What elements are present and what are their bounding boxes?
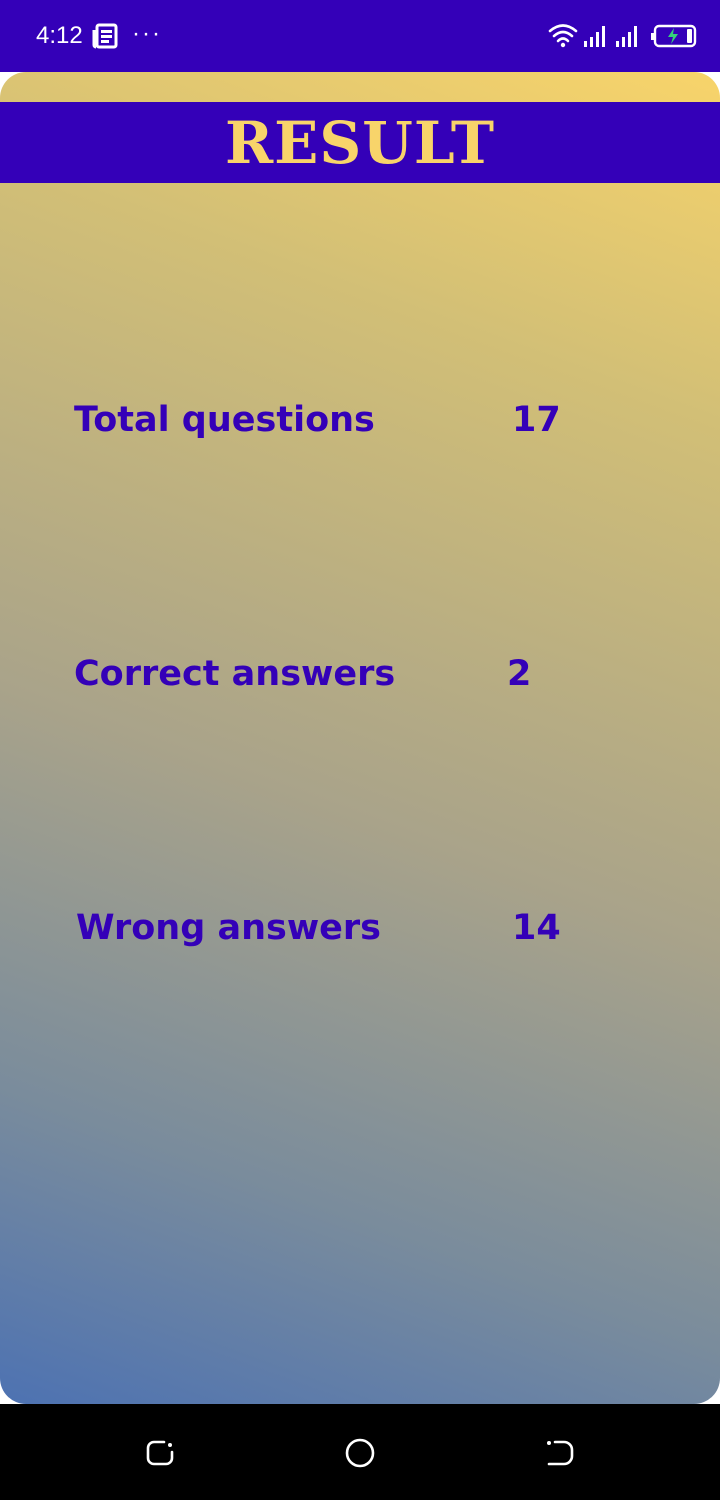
title-banner: RESULT bbox=[0, 102, 720, 183]
recents-icon[interactable] bbox=[144, 1437, 176, 1469]
navigation-bar bbox=[0, 1404, 720, 1500]
correct-answers-value: 2 bbox=[507, 654, 532, 694]
status-time: 4:12 bbox=[36, 22, 83, 49]
total-questions-value: 17 bbox=[512, 400, 561, 440]
home-icon[interactable] bbox=[344, 1437, 376, 1469]
battery-charging-icon bbox=[651, 24, 697, 48]
news-icon bbox=[92, 23, 118, 49]
signal-icon bbox=[616, 26, 637, 47]
status-bar: 4:12 ··· bbox=[0, 0, 720, 72]
back-icon[interactable] bbox=[544, 1437, 576, 1469]
wrong-answers-value: 14 bbox=[512, 908, 561, 948]
correct-answers-label: Correct answers bbox=[74, 654, 396, 694]
signal-icon bbox=[584, 26, 605, 47]
result-card: RESULT Total questions 17 Correct answer… bbox=[0, 72, 720, 1404]
more-dots-icon: ··· bbox=[132, 20, 162, 47]
page-title: RESULT bbox=[224, 108, 496, 177]
wifi-icon bbox=[548, 24, 578, 48]
wrong-answers-label: Wrong answers bbox=[76, 908, 381, 948]
total-questions-label: Total questions bbox=[74, 400, 375, 440]
